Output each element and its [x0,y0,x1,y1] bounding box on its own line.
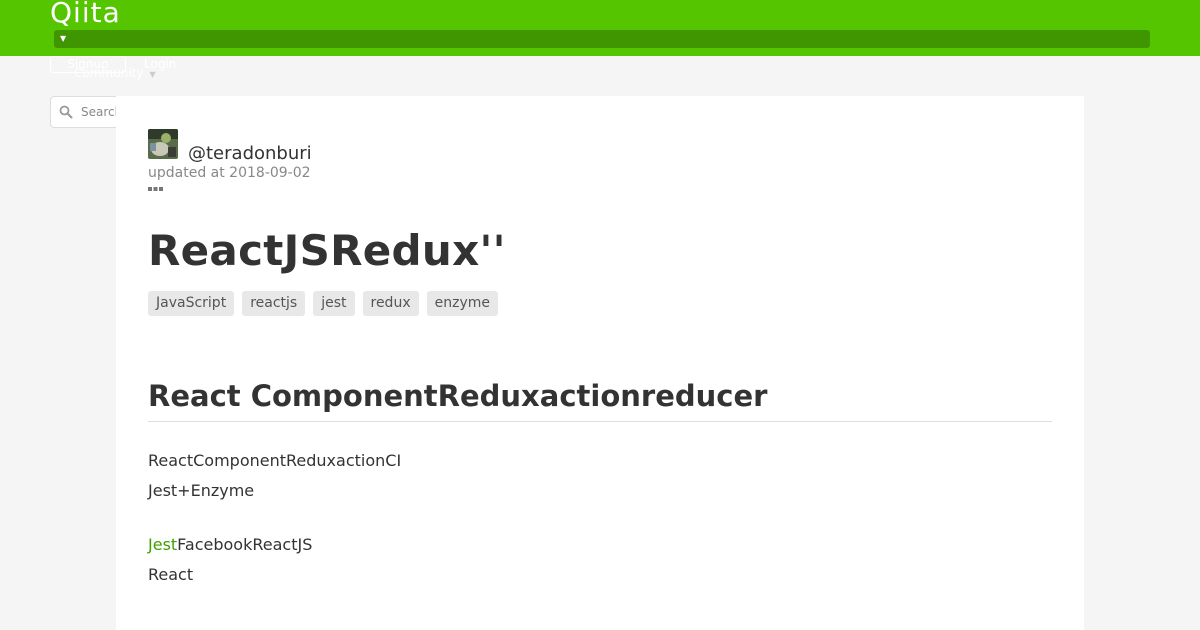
article-title: ReactJSRedux'' [148,226,506,275]
paragraph-line: React [148,565,194,584]
paragraph-line: ReactComponentReduxactionCI [148,451,402,470]
community-label: Community [74,66,144,80]
paragraph-jest: JestFacebookReactJS React [148,530,312,590]
tag-redux[interactable]: redux [362,291,419,316]
section-heading: React ComponentReduxactionreducer [148,372,1052,422]
caret-down-icon: ▼ [60,34,67,43]
paragraph-text: FacebookReactJS [177,535,313,554]
tag-jest[interactable]: jest [313,291,355,316]
avatar[interactable] [148,129,178,159]
site-header: Qiita ▼ [0,0,1200,56]
jest-link[interactable]: Jest [148,535,177,554]
search-icon [59,105,73,119]
paragraph-line: JestFacebookReactJS [148,530,312,560]
article-card: @teradonburi updated at 2018-09-02 React… [116,96,1084,630]
more-options-icon[interactable] [148,186,164,192]
updated-date: updated at 2018-09-02 [148,165,311,181]
paragraph-intro: ReactComponentReduxactionCI Jest+Enzyme [148,446,401,506]
tag-enzyme[interactable]: enzyme [426,291,498,316]
chevron-down-icon: ▼ [149,70,156,79]
paragraph-line: Jest+Enzyme [148,481,255,500]
qiita-logo[interactable]: Qiita [50,0,121,30]
tag-javascript[interactable]: JavaScript [148,291,235,316]
community-menu[interactable]: Community ▼ [74,66,156,82]
header-menu-bar[interactable]: ▼ [54,30,1150,48]
avatar-image [148,129,178,159]
tag-list: JavaScript reactjs jest redux enzyme [148,291,498,316]
tag-reactjs[interactable]: reactjs [242,291,306,316]
author-username[interactable]: @teradonburi [188,143,312,165]
